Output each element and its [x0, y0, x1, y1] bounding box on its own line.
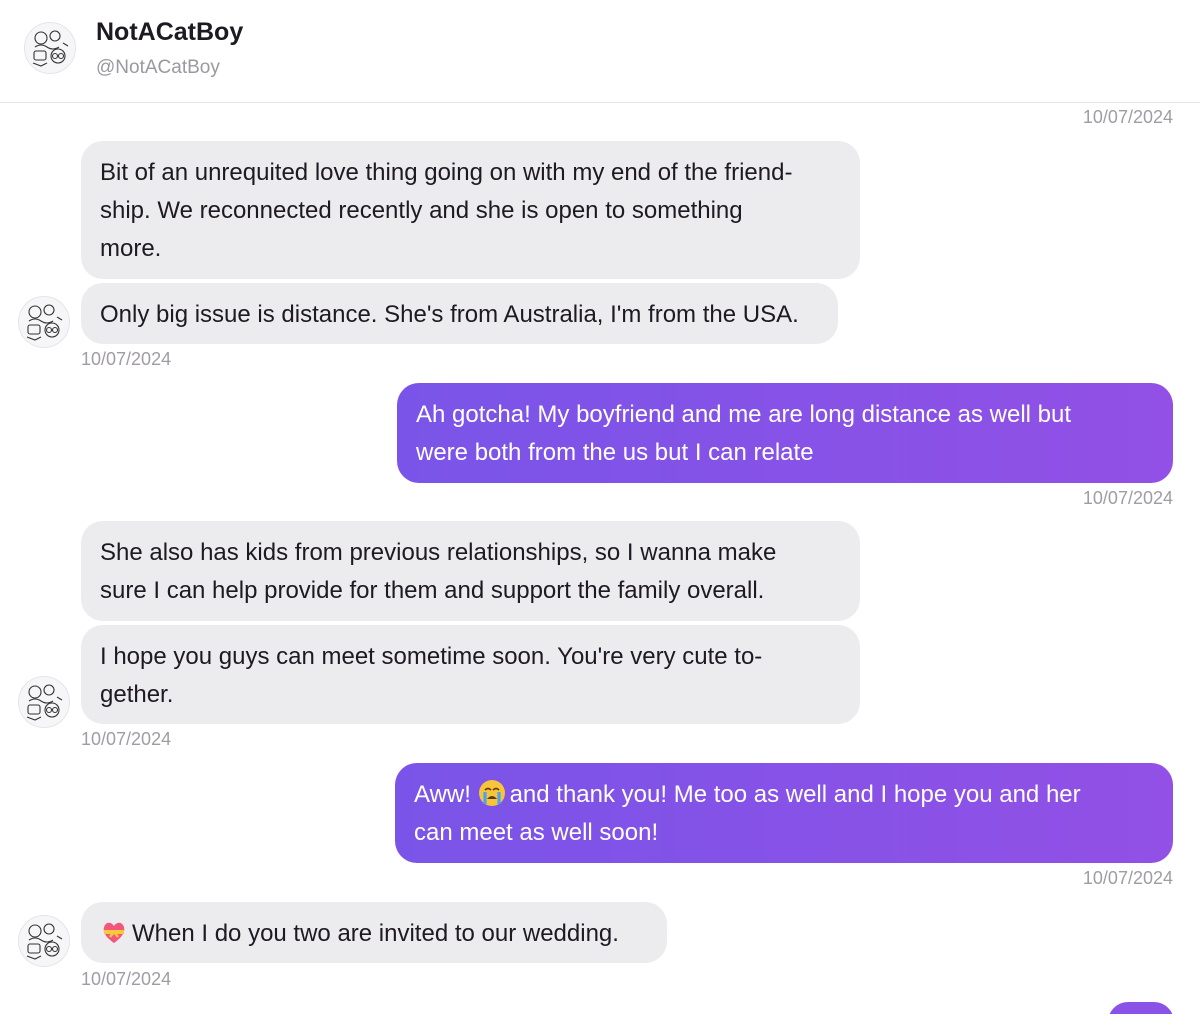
contact-name[interactable]: NotACatBoy [96, 18, 243, 47]
heart-with-ribbon-icon [100, 918, 128, 946]
message-line: Bit of an unrequited love thing going on… [100, 159, 793, 186]
avatar[interactable] [24, 22, 76, 74]
timestamp: 10/07/2024 [81, 349, 172, 369]
chat-page: NotACatBoy @NotACatBoy 10/07/2024 Bit of… [0, 0, 1200, 1014]
message-line: I hope you guys can meet sometime soon. … [100, 643, 763, 670]
message-line: Aww! and thank you! Me too as well and I… [414, 776, 1154, 814]
sketch-avatar-icon [19, 916, 69, 966]
avatar[interactable] [18, 915, 70, 967]
loudly-crying-face-icon [478, 779, 506, 807]
message-line: Ah gotcha! My boyfriend and me are long … [416, 401, 1072, 428]
chat-header: NotACatBoy @NotACatBoy [0, 0, 1200, 103]
message-text: Only big issue is distance. She's from A… [100, 301, 799, 328]
outgoing-message[interactable]: Aww! and thank you! Me too as well and I… [395, 763, 1173, 863]
outgoing-message-partial[interactable] [1108, 1002, 1174, 1014]
avatar[interactable] [18, 296, 70, 348]
message-line: more. [100, 235, 162, 262]
message-text: When I do you two are invited to our wed… [132, 920, 619, 947]
timestamp: 10/07/2024 [1082, 868, 1173, 888]
sketch-avatar-icon [25, 23, 75, 73]
contact-handle: @NotACatBoy [96, 57, 220, 78]
avatar[interactable] [18, 676, 70, 728]
incoming-message[interactable]: I hope you guys can meet sometime soon. … [81, 625, 860, 724]
message-line: gether. [100, 681, 174, 708]
message-line: were both from the us but I can relate [416, 439, 814, 466]
timestamp: 10/07/2024 [81, 969, 172, 989]
message-text: Aww! [414, 781, 478, 808]
sketch-avatar-icon [19, 297, 69, 347]
message-line: can meet as well soon! [414, 819, 659, 846]
timestamp: 10/07/2024 [1082, 488, 1173, 508]
message-line: She also has kids from previous relation… [100, 539, 777, 566]
timestamp: 10/07/2024 [1082, 107, 1173, 127]
message-text: and thank you! Me too as well and I hope… [509, 781, 1081, 808]
incoming-message[interactable]: She also has kids from previous relation… [81, 521, 860, 621]
timestamp: 10/07/2024 [81, 729, 172, 749]
message-line: sure I can help provide for them and sup… [100, 577, 765, 604]
sketch-avatar-icon [19, 677, 69, 727]
message-line: ship. We reconnected recently and she is… [100, 197, 743, 224]
incoming-message[interactable]: When I do you two are invited to our wed… [81, 902, 667, 963]
outgoing-message[interactable]: Ah gotcha! My boyfriend and me are long … [397, 383, 1173, 483]
incoming-message[interactable]: Only big issue is distance. She's from A… [81, 283, 838, 344]
incoming-message[interactable]: Bit of an unrequited love thing going on… [81, 141, 860, 279]
